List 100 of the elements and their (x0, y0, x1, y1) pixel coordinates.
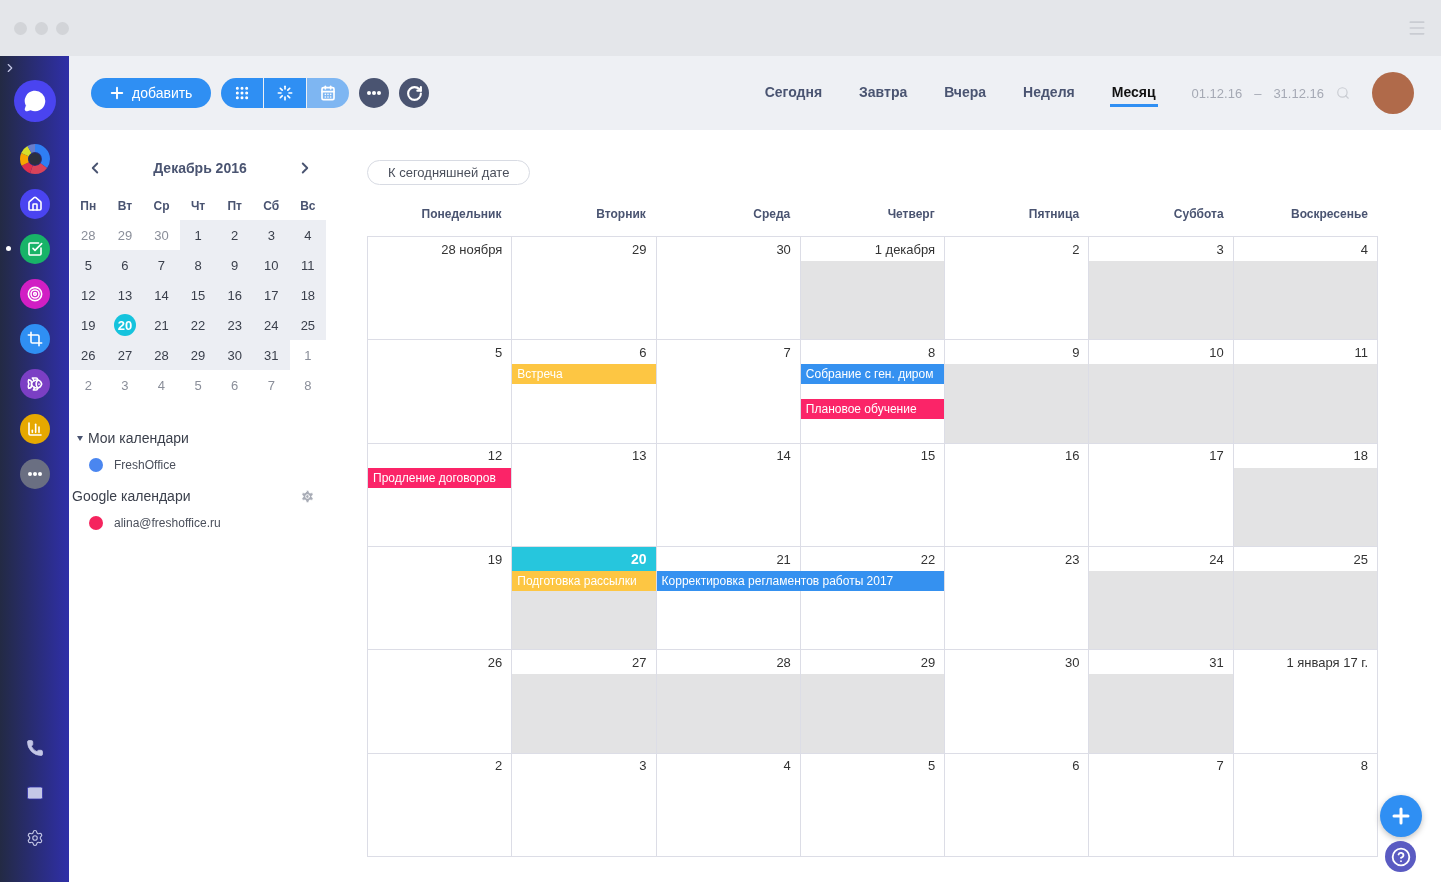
day-number[interactable]: 28 (150, 344, 173, 366)
day-number[interactable]: 9 (223, 254, 246, 276)
help-button[interactable] (1385, 841, 1416, 872)
mini-calendar-cell[interactable]: 7 (143, 250, 180, 280)
day-number[interactable]: 6 (639, 344, 647, 360)
mini-calendar-cell[interactable]: 3 (252, 220, 290, 250)
avatar[interactable] (1372, 72, 1414, 114)
day-number[interactable]: 8 (1360, 758, 1368, 774)
day-number[interactable]: 6 (113, 254, 136, 276)
mini-calendar-cell[interactable]: 21 (143, 310, 180, 340)
day-number[interactable]: 29 (632, 241, 647, 257)
mini-calendar-cell[interactable]: 9 (216, 250, 253, 280)
home-icon[interactable] (19, 188, 50, 219)
day-number[interactable]: 30 (1064, 654, 1080, 670)
day-number[interactable]: 28 ноября (441, 241, 503, 257)
day-number[interactable]: 8 (187, 254, 210, 276)
day-number[interactable]: 12 (487, 448, 503, 464)
day-number[interactable]: 11 (1354, 344, 1368, 360)
day-number[interactable]: 7 (150, 254, 173, 276)
day-number[interactable]: 11 (296, 254, 319, 276)
day-number[interactable]: 23 (223, 314, 246, 336)
day-number[interactable]: 10 (260, 254, 283, 276)
day-number[interactable]: 12 (77, 284, 100, 306)
chat-bubble-icon[interactable] (13, 80, 56, 122)
period-tab[interactable]: Сегодня (762, 79, 825, 107)
day-number[interactable]: 22 (187, 314, 210, 336)
mini-calendar-cell[interactable]: 22 (179, 310, 217, 340)
day-number[interactable]: 5 (495, 344, 503, 360)
day-number[interactable]: 2 (495, 758, 503, 774)
day-number[interactable]: 16 (1064, 448, 1080, 464)
event-bar[interactable]: Продление договоров (368, 467, 512, 488)
day-number[interactable]: 7 (783, 344, 791, 360)
mini-calendar-cell[interactable]: 11 (289, 250, 327, 280)
mini-calendar-cell[interactable]: 10 (252, 250, 290, 280)
day-number[interactable]: 26 (487, 654, 503, 670)
calendar-group-title[interactable]: Google календари (72, 488, 191, 504)
day-number[interactable]: 31 (260, 344, 283, 366)
grid-view-button[interactable] (221, 78, 264, 108)
mini-calendar-cell[interactable]: 30 (216, 340, 253, 370)
day-number[interactable]: 4 (1360, 241, 1368, 257)
crop-icon[interactable] (19, 323, 50, 354)
caret-icon[interactable] (77, 435, 83, 441)
go-to-today-button[interactable]: К сегодняшней дате (367, 160, 531, 185)
mini-calendar-cell[interactable]: 18 (289, 280, 327, 310)
mini-calendar-cell[interactable]: 1 (179, 220, 217, 250)
day-number[interactable]: 29 (920, 654, 936, 670)
day-number[interactable]: 24 (1209, 551, 1224, 567)
mini-calendar-cell[interactable]: 4 (289, 220, 327, 250)
day-number[interactable]: 13 (632, 448, 647, 464)
mini-calendar-cell[interactable]: 16 (216, 280, 253, 310)
day-number[interactable]: 13 (113, 284, 136, 306)
day-number[interactable]: 18 (296, 284, 319, 306)
day-number[interactable]: 21 (776, 551, 791, 567)
mini-calendar-cell[interactable]: 2 (216, 220, 253, 250)
day-number[interactable]: 26 (77, 344, 100, 366)
period-tab[interactable]: Вчера (942, 79, 989, 107)
day-number[interactable]: 29 (187, 344, 210, 366)
mini-calendar-cell[interactable]: 28 (143, 340, 180, 370)
target-icon[interactable] (19, 278, 50, 309)
day-number[interactable]: 31 (1209, 654, 1224, 670)
day-number[interactable]: 14 (150, 284, 173, 306)
day-number[interactable]: 28 (776, 654, 791, 670)
day-number[interactable]: 5 (77, 254, 100, 276)
day-number[interactable]: 7 (1216, 758, 1224, 774)
day-number[interactable]: 3 (1216, 241, 1224, 257)
day-number[interactable]: 10 (1209, 344, 1224, 360)
mini-calendar-cell[interactable]: 6 (106, 250, 144, 280)
day-number[interactable]: 4 (296, 224, 319, 246)
donut-chart-icon[interactable] (19, 143, 50, 174)
period-tab[interactable]: Месяц (1109, 79, 1158, 107)
day-number[interactable]: 8 (927, 344, 936, 360)
day-number[interactable]: 27 (113, 344, 136, 366)
period-tab[interactable]: Неделя (1021, 79, 1077, 107)
day-number[interactable]: 21 (150, 314, 173, 336)
day-number[interactable]: 1 января 17 г. (1286, 654, 1368, 670)
calendar-name[interactable]: alina@freshoffice.ru (114, 516, 221, 530)
day-number[interactable]: 19 (77, 314, 100, 336)
calendar-name[interactable]: FreshOffice (114, 458, 176, 472)
day-number[interactable]: 18 (1353, 448, 1368, 464)
more-button[interactable] (359, 78, 390, 108)
refresh-button[interactable] (399, 78, 430, 108)
mini-calendar-cell[interactable]: 26 (70, 340, 107, 370)
mini-calendar-cell[interactable]: 13 (106, 280, 144, 310)
day-number[interactable]: 4 (783, 758, 791, 774)
day-number[interactable]: 30 (223, 344, 246, 366)
day-number[interactable]: 17 (260, 284, 283, 306)
mini-calendar-cell[interactable]: 12 (70, 280, 107, 310)
fish-icon[interactable] (19, 368, 50, 399)
day-number[interactable]: 3 (639, 758, 647, 774)
day-number[interactable]: 25 (1353, 551, 1368, 567)
mini-calendar-cell[interactable]: 19 (70, 310, 107, 340)
mini-calendar-cell[interactable]: 29 (179, 340, 217, 370)
add-event-button[interactable] (1380, 795, 1422, 837)
day-number[interactable]: 2 (223, 224, 246, 246)
day-number[interactable]: 15 (187, 284, 210, 306)
day-number[interactable]: 5 (927, 758, 936, 774)
mini-calendar-cell[interactable]: 25 (289, 310, 327, 340)
day-number[interactable]: 30 (776, 241, 791, 257)
day-number[interactable]: 19 (487, 551, 503, 567)
mini-calendar-cell[interactable]: 14 (143, 280, 180, 310)
